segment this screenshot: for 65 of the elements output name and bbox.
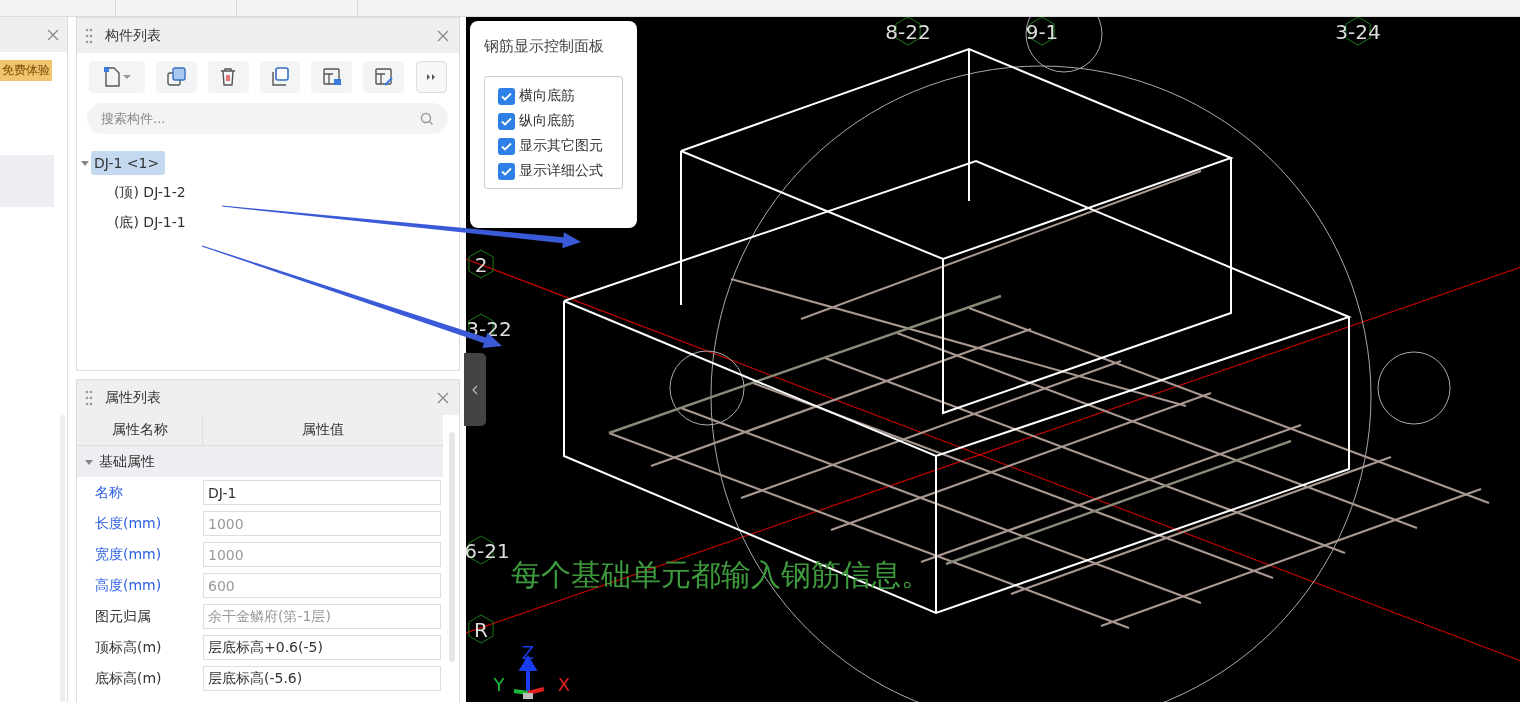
property-name: 名称	[94, 483, 124, 502]
close-icon[interactable]	[47, 28, 59, 41]
axis-label: X	[557, 674, 571, 695]
drag-handle-icon[interactable]	[85, 389, 93, 406]
checkbox[interactable]	[498, 137, 515, 155]
close-icon[interactable]	[437, 29, 449, 42]
group-row[interactable]: 基础属性	[77, 446, 443, 477]
layers-button[interactable]	[259, 61, 301, 93]
property-name: 顶标高(m)	[94, 638, 163, 657]
dropdown-caret-icon[interactable]	[123, 74, 132, 80]
axis-label: Z	[521, 643, 535, 663]
checkbox-label[interactable]: 显示其它图元	[519, 137, 603, 155]
property-name: 高度(mm)	[94, 576, 163, 595]
new-file-button[interactable]	[89, 61, 146, 93]
column-header: 属性名称	[77, 415, 203, 445]
tree-item[interactable]: (顶) DJ-1-2	[111, 180, 192, 206]
property-name: 宽度(mm)	[94, 545, 163, 564]
delete-icon[interactable]	[219, 67, 238, 87]
property-value-field[interactable]: DJ-1	[203, 480, 441, 505]
layers-icon[interactable]	[270, 67, 291, 87]
grid-label: 8-22	[885, 17, 931, 46]
tree-item[interactable]: (底) DJ-1-1	[111, 210, 192, 236]
search-field[interactable]: 搜索构件...	[87, 103, 448, 134]
expand-caret-icon[interactable]	[85, 457, 93, 466]
panel-title: 构件列表	[105, 26, 162, 45]
property-value-field[interactable]: 层底标高+0.6(-5)	[203, 635, 441, 660]
floor-plan-edit-button[interactable]	[363, 61, 404, 93]
chevron-left-icon[interactable]	[472, 384, 478, 395]
drag-handle-icon[interactable]	[85, 27, 93, 44]
tree-item[interactable]: DJ-1 <1>	[91, 151, 166, 175]
grid-label: 3-24	[1335, 17, 1381, 46]
checkmark-icon[interactable]	[501, 91, 512, 101]
property-value-field[interactable]: 层底标高(-5.6)	[203, 666, 441, 691]
expand-caret-icon[interactable]	[81, 159, 89, 167]
copy-button[interactable]	[156, 61, 197, 93]
panel-title: 属性列表	[105, 388, 162, 407]
new-file-icon[interactable]	[103, 67, 122, 87]
search-icon[interactable]	[420, 112, 434, 126]
grid-label: 6-21	[466, 535, 510, 565]
checkbox[interactable]	[498, 87, 515, 105]
group-label: 基础属性	[99, 452, 155, 471]
property-name: 长度(mm)	[94, 514, 163, 533]
grid-label: 9-1	[1025, 17, 1059, 46]
close-icon[interactable]	[437, 391, 449, 404]
floor-plan-edit-icon[interactable]	[373, 67, 394, 87]
checkbox[interactable]	[498, 112, 515, 130]
property-name: 底标高(m)	[94, 669, 163, 688]
axis-label: Y	[493, 674, 505, 695]
panel-title: 钢筋显示控制面板	[484, 37, 605, 56]
checkmark-icon[interactable]	[501, 166, 512, 176]
copy-icon[interactable]	[166, 67, 187, 87]
floor-plan-icon[interactable]	[321, 67, 342, 87]
checkmark-icon[interactable]	[501, 141, 512, 151]
checkbox-label[interactable]: 纵向底筋	[519, 112, 575, 130]
checkbox-label[interactable]: 显示详细公式	[519, 162, 603, 180]
property-name: 图元归属	[94, 607, 152, 626]
checkbox-label[interactable]: 横向底筋	[519, 87, 575, 105]
double-chevron-icon[interactable]	[426, 73, 437, 81]
floor-plan-button[interactable]	[311, 61, 353, 93]
trial-badge[interactable]: 免费体验	[0, 60, 52, 81]
column-header: 属性值	[301, 420, 345, 439]
checkbox[interactable]	[498, 162, 515, 180]
checkmark-icon[interactable]	[501, 116, 512, 126]
delete-button[interactable]	[208, 61, 249, 93]
collapse-handle[interactable]	[464, 353, 486, 426]
